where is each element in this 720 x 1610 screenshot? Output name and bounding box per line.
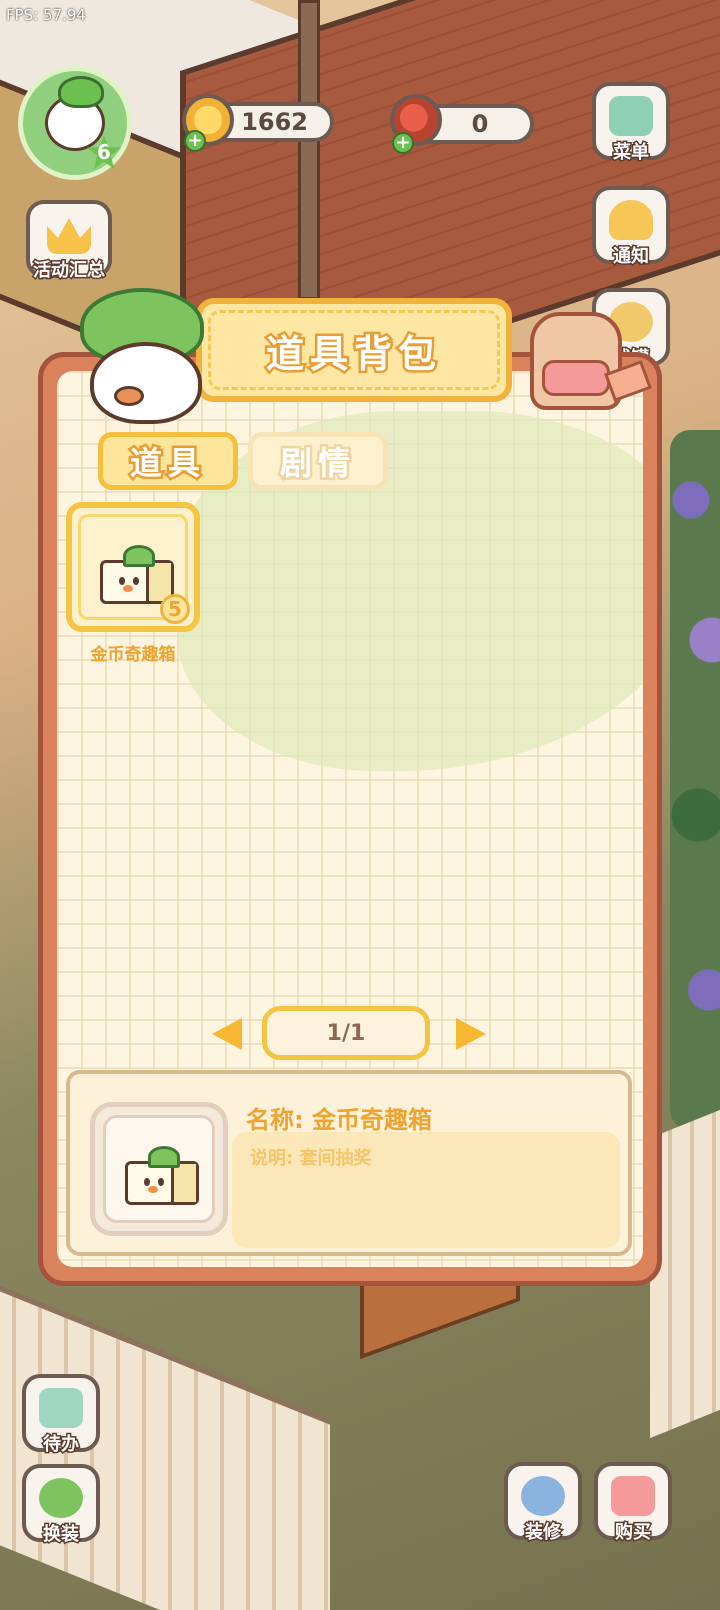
notify-label: 通知	[612, 245, 651, 269]
detail-item-slot	[90, 1102, 228, 1236]
todo-label: 待办	[42, 1433, 81, 1457]
prev-page-arrow-icon[interactable]	[212, 1018, 242, 1050]
checklist-icon	[39, 1388, 83, 1428]
title-banner: 道具背包	[196, 298, 512, 402]
events-button[interactable]: 活动汇总	[26, 200, 112, 283]
panel-title: 道具背包	[263, 329, 442, 378]
panel-decoration	[177, 411, 643, 771]
mascot-duck-icon	[72, 288, 214, 428]
coin-amount: 1662	[241, 108, 308, 136]
next-page-arrow-icon[interactable]	[456, 1018, 486, 1050]
notify-button[interactable]: 通知	[592, 186, 670, 269]
shop-icon	[611, 1476, 655, 1516]
dressup-button[interactable]: 换装	[22, 1464, 100, 1547]
detail-description-box: 说明: 套间抽奖	[232, 1132, 620, 1248]
backpack-icon[interactable]	[524, 296, 652, 416]
sprout-box-icon	[125, 1146, 199, 1205]
buy-button[interactable]: 购买	[594, 1462, 672, 1545]
meat-amount: 0	[471, 110, 489, 138]
player-avatar[interactable]: 6	[18, 66, 132, 180]
todo-button[interactable]: 待办	[22, 1374, 100, 1457]
detail-description: 说明: 套间抽奖	[250, 1148, 372, 1169]
item-name: 金币奇趣箱	[90, 645, 176, 665]
tab-items[interactable]: 道具	[98, 432, 238, 490]
menu-icon	[609, 96, 653, 136]
crown-icon	[47, 218, 91, 254]
street-pole	[298, 0, 320, 300]
wardrobe-icon	[39, 1478, 83, 1518]
events-label: 活动汇总	[32, 259, 107, 283]
item-detail-box: 名称: 金币奇趣箱 说明: 套间抽奖	[66, 1070, 632, 1256]
tab-story[interactable]: 剧情	[248, 432, 388, 490]
worker-icon	[521, 1476, 565, 1516]
menu-label: 菜单	[612, 141, 651, 165]
decorate-button[interactable]: 装修	[504, 1462, 582, 1545]
inventory-slot[interactable]: 5	[66, 502, 200, 632]
dressup-label: 换装	[42, 1523, 81, 1547]
avatar-icon	[45, 76, 105, 151]
page-indicator: 1/1	[262, 1006, 430, 1060]
detail-item-name: 名称: 金币奇趣箱	[246, 1106, 432, 1134]
menu-button[interactable]: 菜单	[592, 82, 670, 165]
fps-counter: FPS: 57.94	[6, 6, 86, 24]
add-coins-button[interactable]: +	[184, 130, 206, 152]
bell-icon	[609, 200, 653, 240]
flower-vines	[670, 430, 720, 1130]
add-meat-button[interactable]: +	[392, 132, 414, 154]
sprout-box-icon	[100, 545, 174, 604]
item-count-badge: 5	[160, 594, 190, 624]
decorate-label: 装修	[524, 1521, 563, 1545]
buy-label: 购买	[614, 1521, 653, 1545]
